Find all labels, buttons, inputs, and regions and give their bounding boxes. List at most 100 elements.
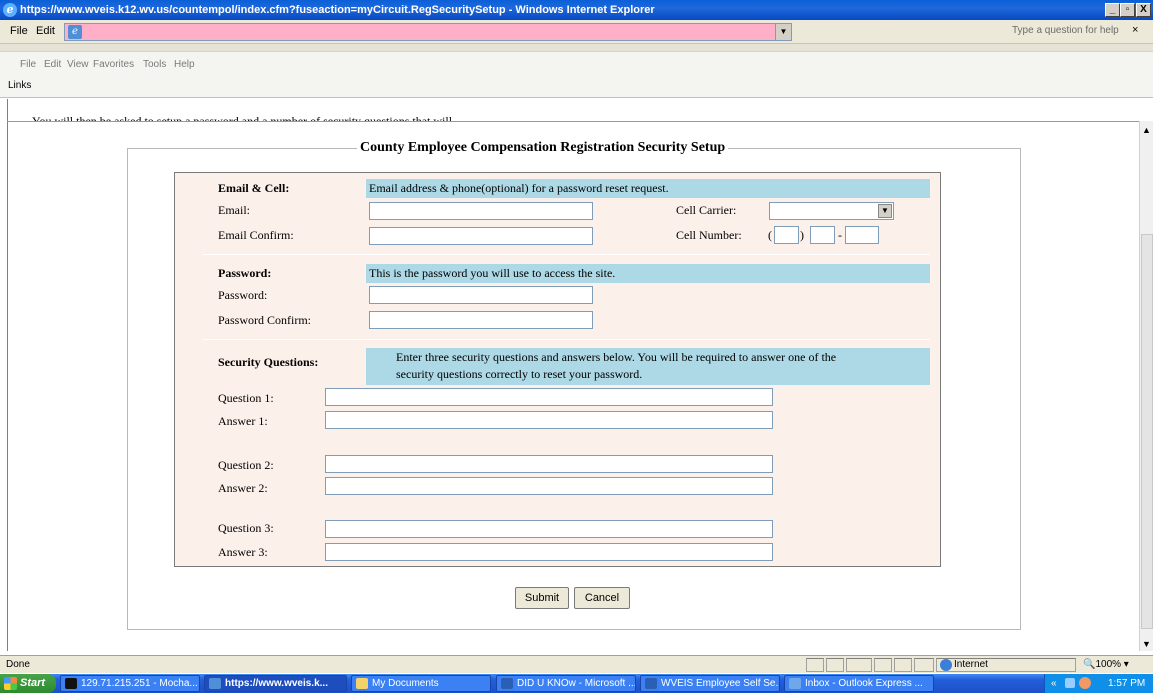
answer-3-label: Answer 3: (218, 545, 268, 559)
chevron-down-icon[interactable]: ▼ (775, 24, 791, 40)
taskbar-item-ie[interactable]: https://www.wveis.k... (204, 675, 347, 692)
window-title-bar: e https://www.wveis.k12.wv.us/countempol… (0, 0, 1153, 20)
app-menu-row: File Edit e ▼ Type a question for help × (0, 20, 1153, 44)
minimize-button[interactable]: _ (1105, 3, 1120, 17)
password-section-note: This is the password you will use to acc… (366, 264, 930, 283)
cell-line-field[interactable] (845, 226, 879, 244)
window-title: https://www.wveis.k12.wv.us/countempol/i… (20, 4, 655, 16)
section-divider (203, 254, 930, 255)
tray-expand-icon[interactable]: « (1051, 674, 1057, 693)
question-2-field[interactable] (325, 455, 773, 473)
vertical-scrollbar[interactable]: ▲ ▼ (1139, 121, 1153, 651)
status-cell (874, 658, 892, 672)
windows-logo-icon (4, 677, 17, 690)
email-confirm-field[interactable] (369, 227, 593, 245)
menu-file[interactable]: File (10, 25, 28, 37)
answer-1-label: Answer 1: (218, 414, 268, 428)
close-button[interactable]: X (1136, 3, 1151, 17)
question-1-field[interactable] (325, 388, 773, 406)
word-icon (645, 678, 657, 689)
browser-menu-bar: File Edit View Favorites Tools Help Link… (0, 44, 1153, 98)
question-3-field[interactable] (325, 520, 773, 538)
speaker-icon[interactable] (1065, 678, 1075, 688)
security-section-note: Enter three security questions and answe… (366, 348, 930, 385)
taskbar-item-word[interactable]: DID U KNOw - Microsoft ... (496, 675, 636, 692)
taskbar-item-wveis[interactable]: WVEIS Employee Self Se... (640, 675, 780, 692)
section-divider (203, 339, 930, 340)
submit-button[interactable]: Submit (515, 587, 569, 609)
answer-2-field[interactable] (325, 477, 773, 495)
help-close-icon[interactable]: × (1132, 24, 1138, 36)
tray-app-icon[interactable] (1079, 677, 1091, 689)
ie-icon (209, 678, 221, 689)
task-label: DID U KNOw - Microsoft ... (517, 678, 636, 689)
folder-icon (356, 678, 368, 689)
question-1-label: Question 1: (218, 391, 274, 405)
zoom-level[interactable]: 🔍100% ▾ (1083, 659, 1129, 670)
cell-carrier-select[interactable]: ▼ (769, 202, 894, 220)
menu-edit[interactable]: Edit (36, 25, 55, 37)
maximize-button[interactable]: ▫ (1120, 3, 1135, 17)
status-cell (806, 658, 824, 672)
status-cell (894, 658, 912, 672)
security-section-heading: Security Questions: (218, 355, 319, 369)
answer-2-label: Answer 2: (218, 481, 268, 495)
clock[interactable]: 1:57 PM (1108, 674, 1145, 693)
cell-carrier-label: Cell Carrier: (676, 203, 737, 217)
password-field[interactable] (369, 286, 593, 304)
links-bar[interactable]: Links (8, 80, 31, 91)
task-label: https://www.wveis.k... (225, 678, 328, 689)
email-field[interactable] (369, 202, 593, 220)
page-icon: e (68, 25, 82, 39)
mail-icon (789, 678, 801, 689)
cell-number-label: Cell Number: (676, 228, 742, 242)
task-label: WVEIS Employee Self Se... (661, 678, 780, 689)
taskbar-item-my-documents[interactable]: My Documents (351, 675, 491, 692)
scroll-up-icon[interactable]: ▲ (1142, 125, 1151, 135)
taskbar-item-mocha[interactable]: 129.71.215.251 - Mocha... (60, 675, 200, 692)
scroll-down-icon[interactable]: ▼ (1142, 639, 1151, 649)
question-3-label: Question 3: (218, 521, 274, 535)
password-confirm-label: Password Confirm: (218, 313, 311, 327)
password-confirm-field[interactable] (369, 311, 593, 329)
email-confirm-label: Email Confirm: (218, 228, 294, 242)
password-label: Password: (218, 288, 268, 302)
taskbar-item-outlook[interactable]: Inbox - Outlook Express ... (784, 675, 934, 692)
ie-menu-tools[interactable]: Tools (143, 59, 166, 70)
status-cell (936, 658, 1076, 672)
task-label: My Documents (372, 678, 439, 689)
email-label: Email: (218, 203, 250, 217)
ie-logo-icon: e (3, 3, 17, 17)
form-legend: County Employee Compensation Registratio… (357, 140, 729, 156)
status-cell (846, 658, 872, 672)
ie-menu-favorites[interactable]: Favorites (93, 59, 134, 70)
terminal-icon (65, 678, 77, 689)
cell-prefix-field[interactable] (810, 226, 835, 244)
toolbar-strip (0, 44, 1153, 52)
status-cell (826, 658, 844, 672)
cell-area-code-field[interactable] (774, 226, 799, 244)
scroll-thumb[interactable] (1141, 234, 1153, 629)
start-button[interactable]: Start (0, 674, 56, 693)
cancel-button[interactable]: Cancel (574, 587, 630, 609)
ie-menu-file[interactable]: File (20, 59, 36, 70)
answer-3-field[interactable] (325, 543, 773, 561)
ie-menu-help[interactable]: Help (174, 59, 195, 70)
task-label: 129.71.215.251 - Mocha... (81, 678, 198, 689)
answer-1-field[interactable] (325, 411, 773, 429)
security-note-line2: security questions correctly to reset yo… (396, 367, 643, 381)
paren-open: ( (768, 228, 772, 242)
help-search-input[interactable]: Type a question for help (1012, 25, 1119, 36)
intro-text: You will then be asked to setup a passwo… (32, 114, 453, 121)
paren-close: ) (800, 228, 804, 242)
chevron-down-icon[interactable]: ▼ (878, 204, 892, 218)
status-cell (914, 658, 934, 672)
security-note-line1: Enter three security questions and answe… (396, 350, 837, 364)
email-section-note: Email address & phone(optional) for a pa… (366, 179, 930, 198)
address-bar[interactable]: e ▼ (64, 23, 792, 41)
task-label: Inbox - Outlook Express ... (805, 678, 923, 689)
question-2-label: Question 2: (218, 458, 274, 472)
ie-menu-view[interactable]: View (67, 59, 89, 70)
ie-menu-edit[interactable]: Edit (44, 59, 61, 70)
system-tray: « 1:57 PM (1044, 674, 1153, 693)
